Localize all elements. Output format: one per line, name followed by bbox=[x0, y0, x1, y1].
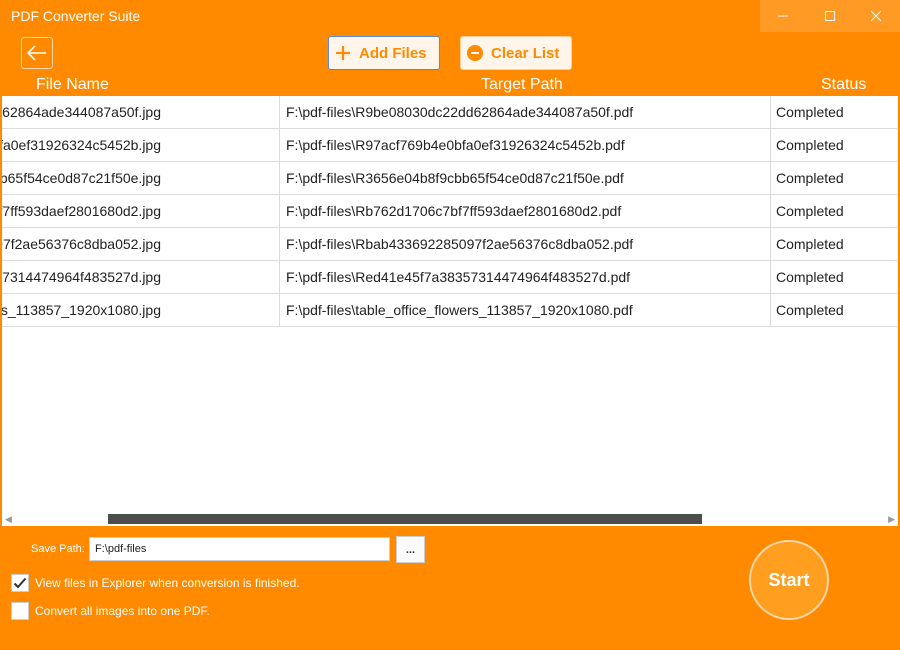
table-row[interactable]: R3656e04b8f9cbb65f54ce0d87c21f50e.jpg F:… bbox=[2, 162, 898, 195]
view-in-explorer-checkbox[interactable] bbox=[11, 574, 29, 592]
view-in-explorer-label: View files in Explorer when conversion i… bbox=[35, 576, 300, 590]
options-panel: Save Path: F:\pdf-files ... View files i… bbox=[0, 526, 900, 650]
table-row[interactable]: table_office_flowers_113857_1920x1080.jp… bbox=[2, 294, 898, 327]
checkmark-icon bbox=[13, 577, 27, 589]
file-name-cell: Rb762d1706c7bf7ff593daef2801680d2.jpg bbox=[2, 203, 161, 219]
file-name-cell: R9be08030dc22dd62864ade344087a50f.jpg bbox=[2, 104, 161, 120]
arrow-left-icon bbox=[27, 45, 46, 61]
status-cell: Completed bbox=[770, 96, 898, 129]
maximize-button[interactable] bbox=[807, 0, 854, 32]
start-button[interactable]: Start bbox=[749, 540, 829, 620]
target-path-cell: F:\pdf-files\Rbab433692285097f2ae56376c8… bbox=[279, 228, 770, 261]
horizontal-scrollbar[interactable]: ◀ ▶ bbox=[2, 510, 898, 526]
combine-pdf-checkbox[interactable] bbox=[11, 602, 29, 620]
clear-list-button[interactable]: Clear List bbox=[460, 36, 572, 70]
status-cell: Completed bbox=[770, 195, 898, 228]
file-name-cell: table_office_flowers_113857_1920x1080.jp… bbox=[2, 302, 161, 318]
target-path-cell: F:\pdf-files\R3656e04b8f9cbb65f54ce0d87c… bbox=[279, 162, 770, 195]
table-row[interactable]: R9be08030dc22dd62864ade344087a50f.jpg F:… bbox=[2, 96, 898, 129]
status-cell: Completed bbox=[770, 162, 898, 195]
title-bar: PDF Converter Suite bbox=[0, 0, 900, 32]
scroll-right-icon[interactable]: ▶ bbox=[888, 514, 895, 525]
column-headers: File Name Target Path Status bbox=[0, 76, 900, 96]
maximize-icon bbox=[824, 11, 835, 21]
column-header-status[interactable]: Status bbox=[821, 76, 866, 94]
view-in-explorer-option[interactable]: View files in Explorer when conversion i… bbox=[11, 574, 300, 592]
save-path-label: Save Path: bbox=[31, 543, 85, 555]
status-cell: Completed bbox=[770, 129, 898, 162]
browse-button[interactable]: ... bbox=[396, 536, 425, 563]
column-header-target-path[interactable]: Target Path bbox=[481, 76, 563, 94]
minus-circle-icon bbox=[467, 45, 483, 61]
scrollbar-thumb[interactable] bbox=[108, 514, 702, 524]
target-path-cell: F:\pdf-files\Red41e45f7a38357314474964f4… bbox=[279, 261, 770, 294]
table-row[interactable]: R97acf769b4e0bfa0ef31926324c5452b.jpg F:… bbox=[2, 129, 898, 162]
file-name-cell: Rbab433692285097f2ae56376c8dba052.jpg bbox=[2, 236, 161, 252]
table-row[interactable]: Rb762d1706c7bf7ff593daef2801680d2.jpg F:… bbox=[2, 195, 898, 228]
file-name-cell: R97acf769b4e0bfa0ef31926324c5452b.jpg bbox=[2, 137, 161, 153]
file-name-cell: Red41e45f7a38357314474964f483527d.jpg bbox=[2, 269, 161, 285]
combine-pdf-option[interactable]: Convert all images into one PDF. bbox=[11, 602, 210, 620]
target-path-cell: F:\pdf-files\Rb762d1706c7bf7ff593daef280… bbox=[279, 195, 770, 228]
combine-pdf-label: Convert all images into one PDF. bbox=[35, 604, 210, 618]
file-table: R9be08030dc22dd62864ade344087a50f.jpg F:… bbox=[2, 96, 898, 526]
close-button[interactable] bbox=[853, 0, 900, 32]
close-icon bbox=[871, 11, 882, 21]
toolbar: Add Files Clear List bbox=[0, 36, 900, 72]
add-files-button[interactable]: Add Files bbox=[328, 36, 440, 70]
status-cell: Completed bbox=[770, 261, 898, 294]
clear-list-label: Clear List bbox=[491, 44, 560, 62]
file-name-cell: R3656e04b8f9cbb65f54ce0d87c21f50e.jpg bbox=[2, 170, 161, 186]
status-cell: Completed bbox=[770, 294, 898, 327]
status-cell: Completed bbox=[770, 228, 898, 261]
target-path-cell: F:\pdf-files\R9be08030dc22dd62864ade3440… bbox=[279, 96, 770, 129]
table-row[interactable]: Rbab433692285097f2ae56376c8dba052.jpg F:… bbox=[2, 228, 898, 261]
target-path-cell: F:\pdf-files\table_office_flowers_113857… bbox=[279, 294, 770, 327]
app-title: PDF Converter Suite bbox=[11, 8, 141, 24]
minimize-button[interactable] bbox=[760, 0, 807, 32]
window-controls bbox=[760, 0, 900, 32]
add-files-label: Add Files bbox=[359, 44, 427, 62]
table-row[interactable]: Red41e45f7a38357314474964f483527d.jpg F:… bbox=[2, 261, 898, 294]
save-path-input[interactable]: F:\pdf-files bbox=[89, 537, 390, 561]
column-header-file-name[interactable]: File Name bbox=[36, 76, 109, 94]
minimize-icon bbox=[778, 15, 789, 17]
scroll-left-icon[interactable]: ◀ bbox=[5, 514, 12, 525]
back-button[interactable] bbox=[21, 37, 53, 69]
plus-icon bbox=[335, 45, 351, 61]
target-path-cell: F:\pdf-files\R97acf769b4e0bfa0ef31926324… bbox=[279, 129, 770, 162]
